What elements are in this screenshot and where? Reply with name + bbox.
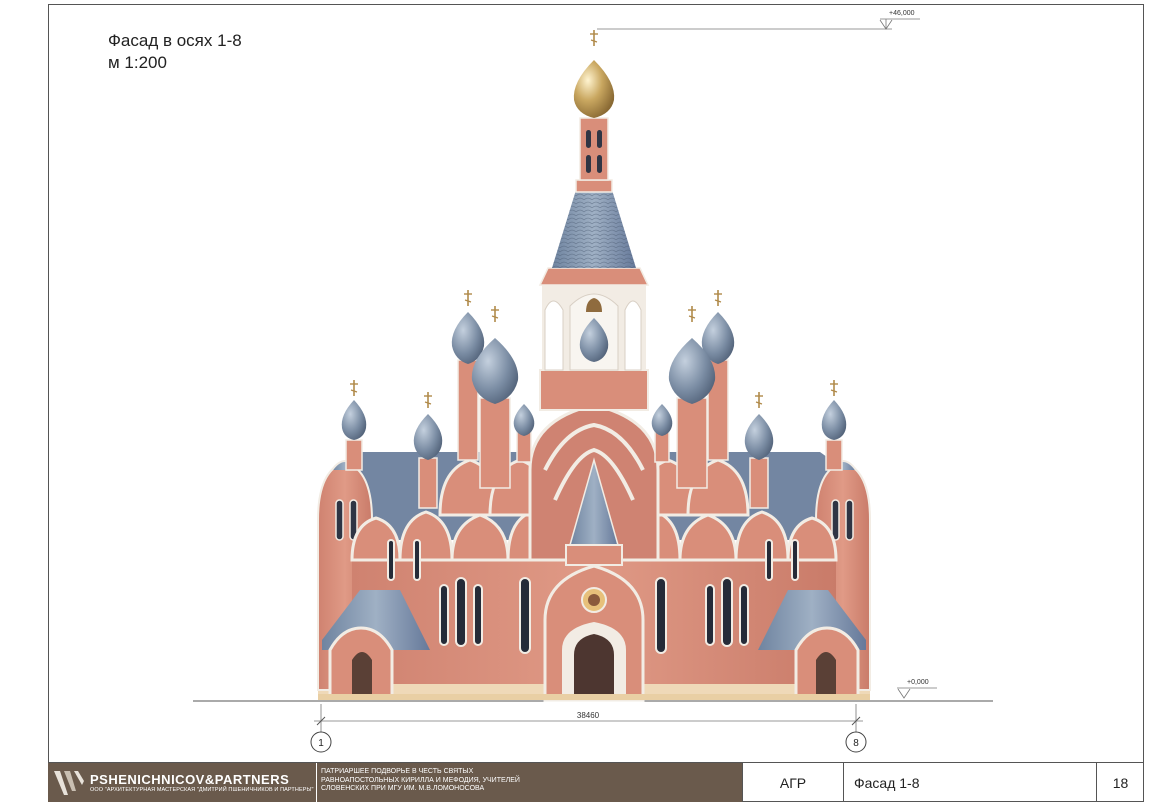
- stage-code: АГР: [742, 763, 843, 802]
- axis-bubble-left: 1: [310, 731, 332, 753]
- facade-drawing: +46,000 +0,000 38460 1 8: [193, 10, 993, 753]
- bell-tower: [538, 29, 650, 411]
- sheet-number: 18: [1096, 763, 1144, 802]
- level-ground-label: +0,000: [907, 679, 929, 686]
- church-facade: [317, 29, 871, 702]
- project-line-1: ПАТРИАРШЕЕ ПОДВОРЬЕ В ЧЕСТЬ СВЯТЫХ: [321, 768, 474, 775]
- dimension-line: 38460: [314, 704, 863, 733]
- dimension-label: 38460: [577, 711, 600, 720]
- axis-right-label: 8: [853, 738, 859, 749]
- axis-bubble-right: 8: [845, 731, 867, 753]
- project-line-3: СЛОВЕНСКИХ ПРИ МГУ ИМ. М.В.ЛОМОНОСОВА: [321, 785, 485, 792]
- title-stamp: PSHENICHNICOV&PARTNERS ООО "АРХИТЕКТУРНА…: [48, 762, 1144, 802]
- sheet-title: Фасад 1-8: [843, 763, 1096, 802]
- level-mark-top: +46,000: [597, 10, 920, 30]
- firm-subtitle: ООО "АРХИТЕКТУРНАЯ МАСТЕРСКАЯ "ДМИТРИЙ П…: [90, 787, 314, 793]
- firm-logo-icon: [52, 767, 86, 799]
- project-line-2: РАВНОАПОСТОЛЬНЫХ КИРИЛЛА И МЕФОДИЯ, УЧИТ…: [321, 776, 520, 784]
- level-top-label: +46,000: [889, 10, 915, 17]
- firm-logo-block: PSHENICHNICOV&PARTNERS ООО "АРХИТЕКТУРНА…: [48, 763, 316, 802]
- axis-left-label: 1: [318, 738, 324, 749]
- level-mark-ground: +0,000: [897, 679, 937, 699]
- project-title: ПАТРИАРШЕЕ ПОДВОРЬЕ В ЧЕСТЬ СВЯТЫХ РАВНО…: [316, 763, 742, 802]
- firm-name: PSHENICHNICOV&PARTNERS: [90, 772, 290, 787]
- plinth-band: [318, 694, 870, 700]
